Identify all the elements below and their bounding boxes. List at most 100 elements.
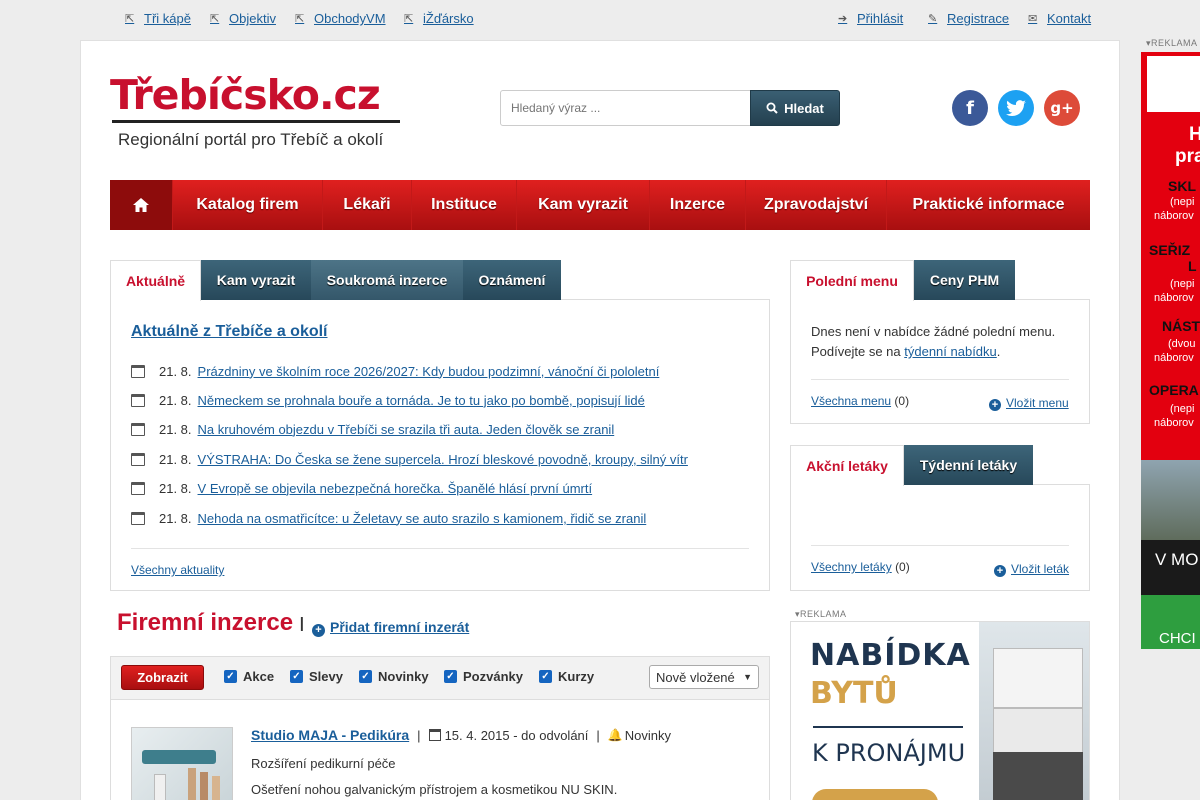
product-bottle — [154, 774, 166, 800]
search-input[interactable] — [500, 90, 751, 126]
menu-count: (0) — [894, 394, 910, 408]
external-link-icon: ⇱ — [125, 12, 135, 25]
ad-text: (nepi — [1170, 278, 1195, 290]
nav-home[interactable] — [110, 180, 172, 230]
ad-text: náborov — [1154, 417, 1194, 429]
lunch-text: Dnes není v nabídce žádné polední menu. … — [811, 322, 1055, 362]
flat-rental-ad[interactable]: NABÍDKA BYTŮ K PRONÁJMU — [790, 621, 1090, 800]
external-link-icon: ⇱ — [404, 12, 414, 25]
checkbox-checked-icon: ✓ — [224, 670, 237, 683]
filter-novinky[interactable]: ✓ Novinky — [359, 669, 429, 684]
weekly-offer-link[interactable]: týdenní nabídku — [904, 344, 997, 359]
news-item: 21. 8. Nehoda na osmatřicítce: u Želetavy… — [131, 508, 646, 528]
filter-label: Slevy — [309, 669, 343, 684]
ad-flat-line1: NABÍDKA — [810, 638, 971, 673]
login-link[interactable]: ➔ Přihlásit — [838, 11, 903, 26]
nav-label: Katalog firem — [196, 196, 299, 213]
tab-aktualne[interactable]: Aktuálně — [110, 260, 201, 301]
twitter-bird-glyph — [1006, 100, 1026, 116]
checkbox-checked-icon: ✓ — [290, 670, 303, 683]
toplink-tri-kape[interactable]: ⇱ Tři kápě — [125, 11, 191, 26]
divider — [811, 545, 1069, 546]
news-link[interactable]: VÝSTRAHA: Do Česka se žene supercela. Hr… — [198, 452, 688, 467]
news-link[interactable]: Nehoda na osmatřicítce: u Želetavy se au… — [198, 511, 647, 526]
ad-text: (nepi — [1170, 403, 1195, 415]
nav-item-kam-vyrazit[interactable]: Kam vyrazit — [516, 180, 649, 230]
listing-text: Ošetření nohou galvanickým přístrojem a … — [251, 782, 618, 797]
contact-link[interactable]: ✉ Kontakt — [1028, 11, 1091, 26]
nav-item-zpravodajstvi[interactable]: Zpravodajství — [745, 180, 886, 230]
news-link[interactable]: V Evropě se objevila nebezpečná horečka.… — [198, 481, 593, 496]
site-logo[interactable]: Třebíčsko.cz Regionální portál pro Třebí… — [110, 71, 400, 149]
toplink-objektiv[interactable]: ⇱ Objektiv — [210, 11, 276, 26]
filter-kurzy[interactable]: ✓ Kurzy — [539, 669, 594, 684]
tab-tydenni-letaky[interactable]: Týdenní letáky — [904, 445, 1033, 485]
listing-text: Rozšíření pedikurní péče — [251, 756, 396, 771]
tab-kam-vyrazit[interactable]: Kam vyrazit — [201, 260, 311, 300]
checkbox-checked-icon: ✓ — [539, 670, 552, 683]
news-date: 21. 8. — [159, 451, 192, 467]
divider — [131, 548, 749, 549]
nav-item-instituce[interactable]: Instituce — [411, 180, 516, 230]
show-button[interactable]: Zobrazit — [121, 665, 204, 690]
ad-text: náborov — [1154, 352, 1194, 364]
nav-label: Lékaři — [343, 196, 391, 213]
news-link[interactable]: Německem se prohnala bouře a tornáda. Je… — [198, 393, 645, 408]
product-bottle — [188, 768, 196, 800]
all-leaflets: Všechny letáky (0) — [811, 560, 910, 574]
tab-akcni-letaky[interactable]: Akční letáky — [790, 445, 904, 486]
tab-oznameni[interactable]: Oznámení — [463, 260, 561, 300]
news-date: 21. 8. — [159, 363, 192, 379]
tab-poledni-menu[interactable]: Polední menu — [790, 260, 914, 301]
listing-title-link[interactable]: Studio MAJA - Pedikúra — [251, 727, 409, 743]
google-plus-glyph: g+ — [1050, 99, 1074, 117]
news-item: 21. 8. Na kruhovém objezdu v Třebíči se s… — [131, 419, 614, 439]
side-job-ad[interactable]: H pra SKL (nepi náborov SEŘIZ L (nepi ná… — [1141, 52, 1200, 649]
envelope-icon: ✉ — [1028, 12, 1038, 25]
all-leaflets-link[interactable]: Všechny letáky — [811, 560, 892, 574]
logo-title-tld: .cz — [318, 71, 381, 119]
filter-akce[interactable]: ✓ Akce — [224, 669, 274, 684]
add-leaflet-label: Vložit leták — [1011, 562, 1070, 576]
building-garage — [993, 752, 1083, 800]
nav-item-katalog-firem[interactable]: Katalog firem — [172, 180, 322, 230]
news-date: 21. 8. — [159, 480, 192, 496]
toplink-obchodyvm[interactable]: ⇱ ObchodyVM — [295, 11, 386, 26]
register-label: Registrace — [947, 11, 1010, 26]
nav-item-inzerce[interactable]: Inzerce — [649, 180, 745, 230]
firm-title-text: Firemní inzerce — [117, 609, 294, 636]
ad-flat-cta[interactable] — [812, 789, 938, 800]
ad-text: náborov — [1154, 210, 1194, 222]
tab-ceny-phm[interactable]: Ceny PHM — [914, 260, 1015, 300]
nav-item-lekari[interactable]: Lékaři — [322, 180, 411, 230]
twitter-icon[interactable]: t — [998, 90, 1034, 126]
listing-thumbnail[interactable] — [131, 727, 233, 800]
tab-soukroma-inzerce[interactable]: Soukromá inzerce — [311, 260, 463, 300]
news-link[interactable]: Na kruhovém objezdu v Třebíči se srazila… — [198, 422, 615, 437]
ad-flat-line3: K PRONÁJMU — [812, 739, 966, 767]
add-menu-link[interactable]: + Vložit menu — [989, 396, 1069, 411]
edit-icon: ✎ — [928, 12, 938, 25]
all-menus-link[interactable]: Všechna menu — [811, 394, 891, 408]
google-plus-icon[interactable]: g+ — [1044, 90, 1080, 126]
product-bottle — [200, 772, 208, 800]
calendar-icon — [131, 481, 145, 495]
toplink-izdarsko[interactable]: ⇱ iŽďársko — [404, 11, 474, 26]
all-news-link[interactable]: Všechny aktuality — [131, 563, 224, 577]
search-button[interactable]: Hledat — [750, 90, 840, 126]
sort-select[interactable]: Nově vložené ▼ — [649, 665, 759, 689]
facebook-icon[interactable]: f — [952, 90, 988, 126]
register-link[interactable]: ✎ Registrace — [928, 11, 1009, 26]
chevron-down-icon: ▼ — [743, 672, 752, 682]
calendar-icon — [131, 393, 145, 407]
ad-text: H — [1189, 124, 1200, 145]
filter-slevy[interactable]: ✓ Slevy — [290, 669, 343, 684]
add-leaflet-link[interactable]: + Vložit leták — [994, 562, 1069, 577]
nav-item-prakticke-informace[interactable]: Praktické informace — [886, 180, 1090, 230]
news-link[interactable]: Prázdniny ve školním roce 2026/2027: Kdy… — [198, 364, 660, 379]
news-heading[interactable]: Aktuálně z Třebíče a okolí — [131, 323, 328, 341]
add-firm-ad-link[interactable]: + Přidat firemní inzerát — [312, 619, 469, 637]
ad-text: (dvou — [1168, 338, 1196, 350]
nav-label: Praktické informace — [912, 196, 1065, 213]
filter-pozvanky[interactable]: ✓ Pozvánky — [444, 669, 523, 684]
